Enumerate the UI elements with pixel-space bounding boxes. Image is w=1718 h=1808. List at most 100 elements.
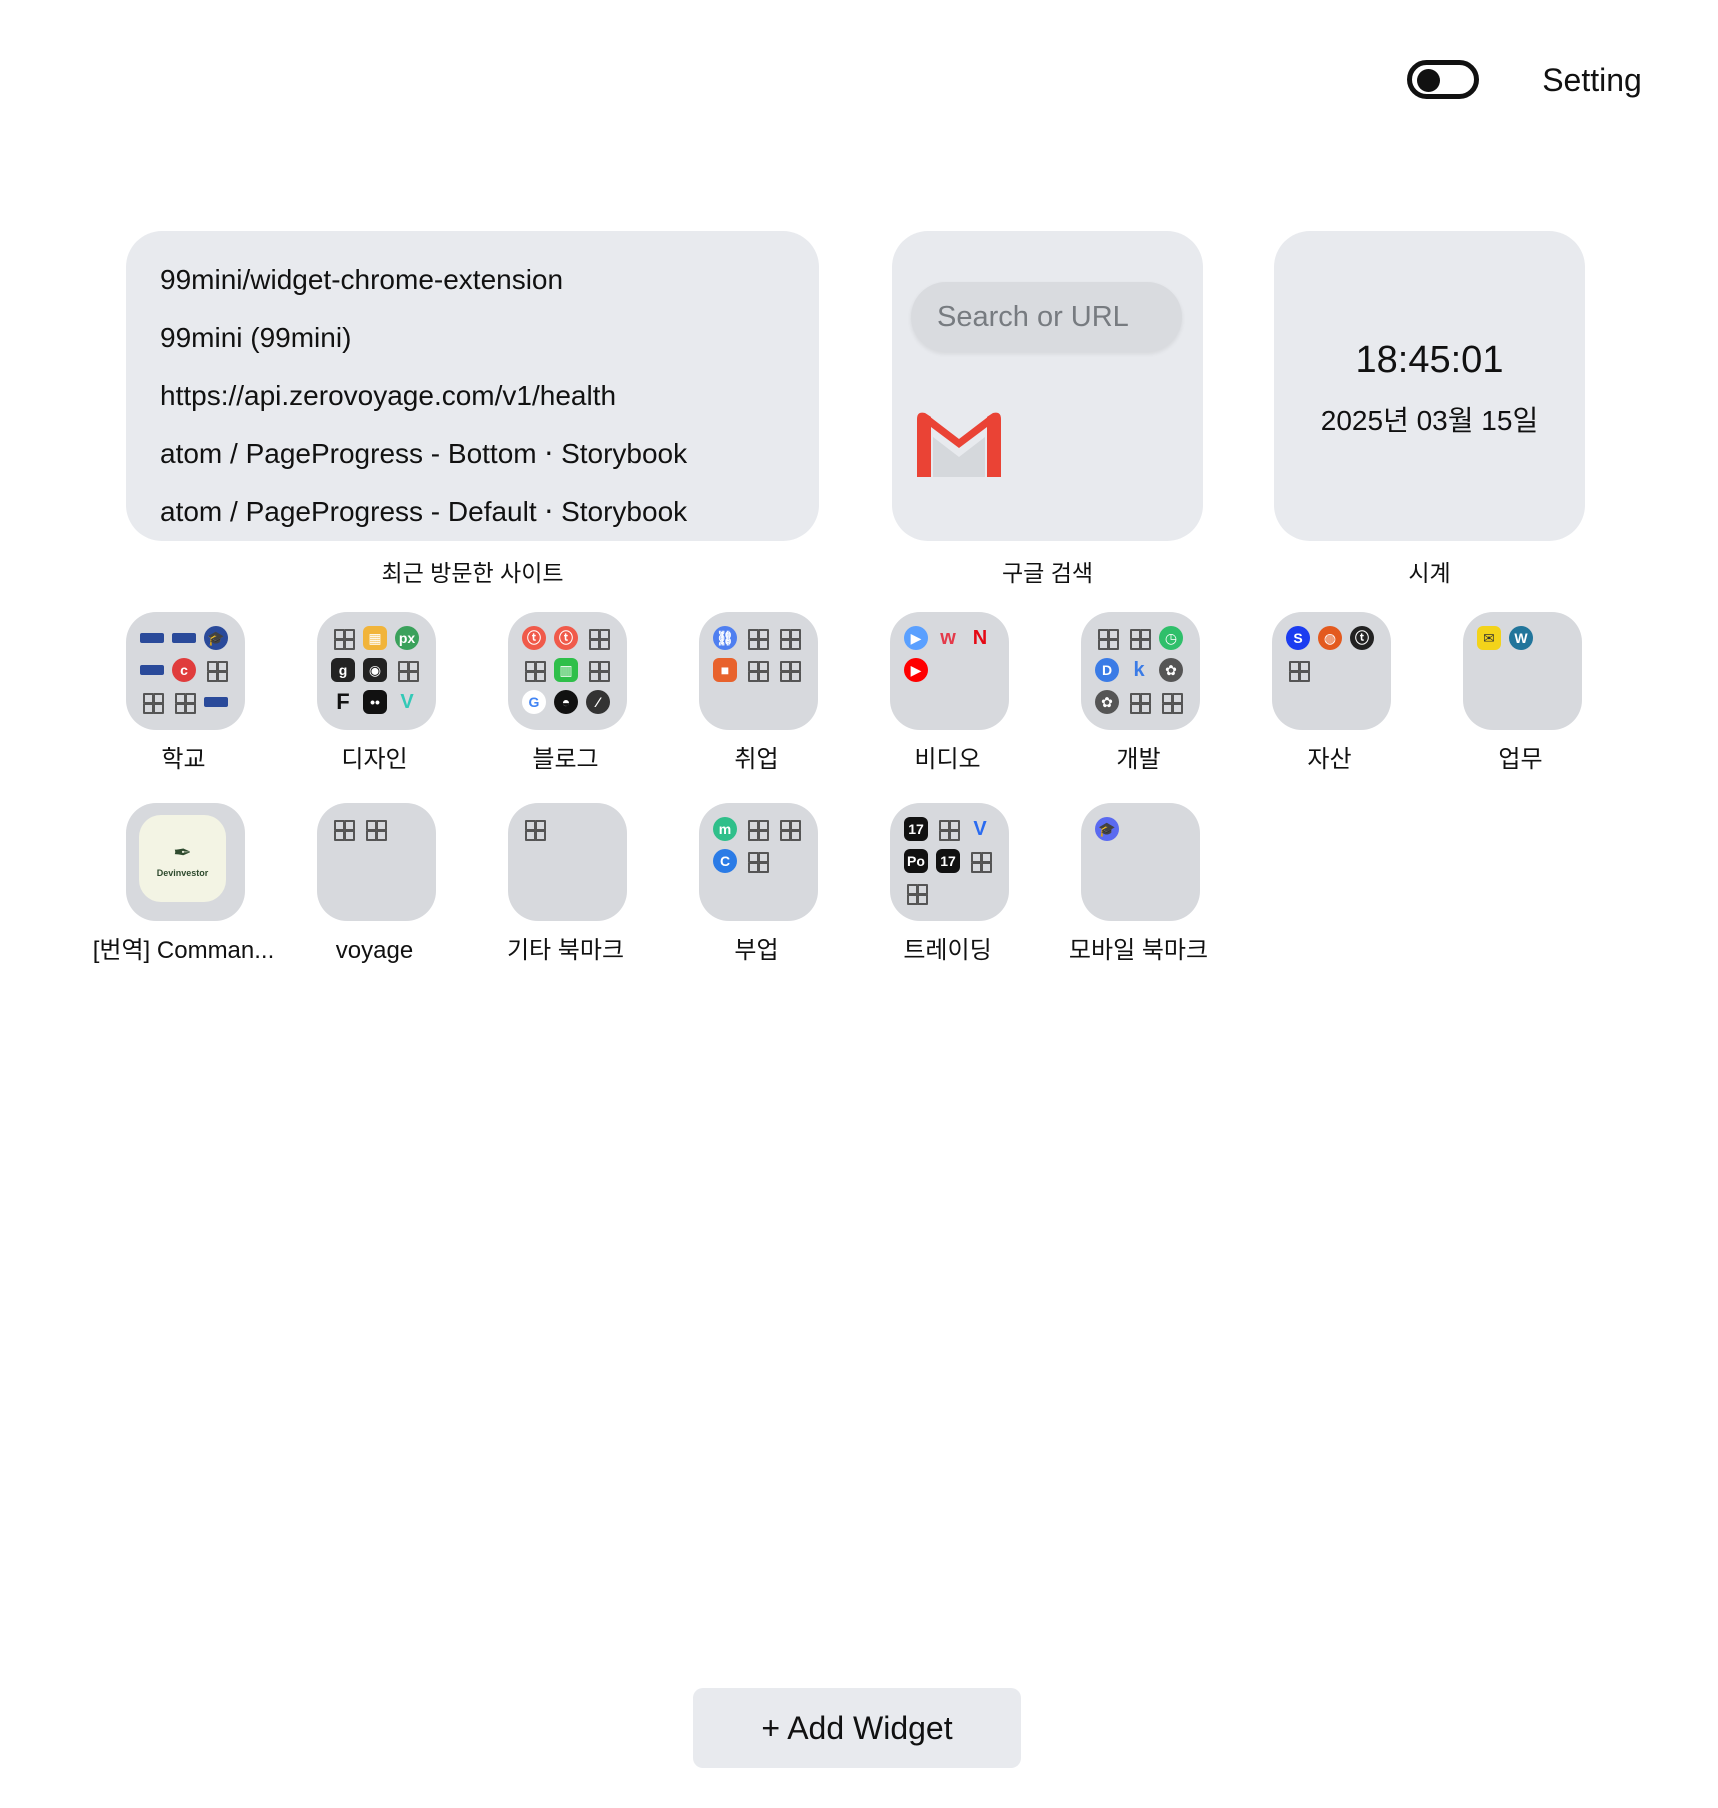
folder-side-job[interactable]: mC 부업 [661,803,852,993]
folder-label: 자산 [1307,746,1352,773]
bookmark-placeholder-icon [586,626,610,650]
bookmark-v-icon: V [400,690,414,713]
folder-trading[interactable]: 17 V Po 17 트레이딩 [852,803,1043,993]
clock-date: 2025년 03월 15일 [1320,405,1539,436]
bookmark-placeholder-icon [331,626,355,650]
folder-blog[interactable]: ⓣ ⓣ ▥ G ◓ ⁄ 블로그 [470,612,661,802]
folder-tile: ✉ W [1463,612,1582,730]
bookmark-hat-icon: 🎓 [1095,817,1119,841]
folder-dev[interactable]: ◷ Dk ✿ ✿ 개발 [1043,612,1234,802]
clock-label: 시계 [1408,560,1451,586]
bookmark-cam-icon: ◉ [363,658,387,682]
bookmark-translation[interactable]: ✒ Devinvestor [번역] Comman... [88,803,279,993]
bookmark-tv-icon: 17 [936,849,960,873]
folder-tile: S ◍ ⓣ [1272,612,1391,730]
folder-tile [317,803,436,921]
folder-assets[interactable]: S ◍ ⓣ 자산 [1234,612,1425,802]
recent-site-item[interactable]: 99mini/widget-chrome-extension [126,251,819,309]
recent-sites-list: 99mini/widget-chrome-extension 99mini (9… [126,231,819,541]
google-search-label: 구글 검색 [1001,560,1094,586]
folder-mobile-bookmarks[interactable]: 🎓 모바일 북마크 [1043,803,1234,993]
folder-other-bookmarks[interactable]: 기타 북마크 [470,803,661,993]
bookmark-ai-icon: ✿ [1159,658,1183,682]
bookmark-tv-icon: 17 [904,817,928,841]
folder-label: 디자인 [341,746,408,773]
recent-site-item[interactable]: https://api.zerovoyage.com/v1/health [126,367,819,425]
folder-label: 블로그 [532,746,599,773]
folder-tile: ▶ w N ▶ [890,612,1009,730]
folder-label: 비디오 [914,746,981,773]
theme-toggle[interactable] [1407,60,1479,99]
bookmark-ai-icon: ✿ [1095,690,1119,714]
bookmark-placeholder-icon [522,817,546,841]
bookmark-banner-icon [140,633,164,643]
setting-button[interactable]: Setting [1537,60,1647,100]
folder-tile: 🎓 c [126,612,245,730]
folder-school[interactable]: 🎓 c 학교 [88,612,279,802]
bookmark-placeholder-icon [1159,690,1183,714]
recent-sites-widget: 99mini/widget-chrome-extension 99mini (9… [126,231,819,541]
bookmark-img-icon: ▦ [363,626,387,650]
bookmark-placeholder-icon [204,658,228,682]
bookmark-placeholder-icon [140,690,164,714]
folder-label: 개발 [1116,746,1161,773]
gmail-icon[interactable] [909,407,1009,483]
bookmark-placeholder-icon [777,658,801,682]
folder-label: 학교 [161,746,206,773]
bookmark-clock-icon: ◷ [1159,626,1183,650]
bookmark-tile: ✒ Devinvestor [126,803,245,921]
add-widget-button[interactable]: + Add Widget [693,1688,1021,1768]
folder-design[interactable]: ▦ px g ◉ F •• V 디자인 [279,612,470,802]
folder-label: 모바일 북마크 [1068,937,1209,964]
folder-tile: ▦ px g ◉ F •• V [317,612,436,730]
folder-video[interactable]: ▶ w N ▶ 비디오 [852,612,1043,802]
recent-site-item[interactable]: atom / PageProgress - Bottom ⋅ Storybook [126,425,819,483]
bookmark-placeholder-icon [331,817,355,841]
bookmark-mail-icon: ✉ [1477,626,1501,650]
bookmark-placeholder-icon [395,658,419,682]
bookmark-o-icon: ◍ [1318,626,1342,650]
folder-tile: ⓣ ⓣ ▥ G ◓ ⁄ [508,612,627,730]
recent-site-item[interactable]: atom / PageProgress - Default ⋅ Storyboo… [126,483,819,541]
folder-tile: ◷ Dk ✿ ✿ [1081,612,1200,730]
folder-label: voyage [335,937,414,964]
bookmark-play-icon: ▶ [904,626,928,650]
bookmark-placeholder-icon [1095,626,1119,650]
bookmark-t-icon: ⓣ [522,626,546,650]
bookmark-s-icon: S [1286,626,1310,650]
bookmark-c-icon: C [713,849,737,873]
folder-label: 취업 [734,746,779,773]
bookmark-sq-icon: ■ [713,658,737,682]
bookmark-placeholder-icon [1286,658,1310,682]
search-input[interactable] [911,282,1182,352]
bookmark-placeholder-icon [586,658,610,682]
bookmark-link-icon: ⛓ [713,626,737,650]
bookmark-placeholder-icon [745,849,769,873]
bookmark-k-icon: k [1133,658,1145,681]
bookmark-po-icon: Po [904,849,928,873]
bookmark-chart-icon: ▥ [554,658,578,682]
folder-work[interactable]: ✉ W 업무 [1425,612,1616,802]
bookmark-yt-icon: ▶ [904,658,928,682]
bookmark-placeholder-icon [968,849,992,873]
bookmark-banner-icon [204,697,228,707]
folder-tile: mC [699,803,818,921]
folder-tile: ⛓ ■ [699,612,818,730]
bookmark-hat-icon: 🎓 [204,626,228,650]
folder-tile [508,803,627,921]
bookmark-w-icon: w [940,626,956,649]
folder-jobs[interactable]: ⛓ ■ 취업 [661,612,852,802]
devinvestor-logo-icon: ✒ Devinvestor [139,815,226,902]
bookmark-t-icon: ⓣ [1350,626,1374,650]
bookmark-wp-icon: W [1509,626,1533,650]
bookmark-f-icon: F [336,689,350,714]
bookmark-placeholder-icon [745,626,769,650]
folder-label: 트레이딩 [903,937,992,964]
folder-voyage[interactable]: voyage [279,803,470,993]
bookmark-d-icon: D [1095,658,1119,682]
google-search-widget [892,231,1203,541]
folder-label: 업무 [1498,746,1543,773]
recent-site-item[interactable]: 99mini (99mini) [126,309,819,367]
bookmark-placeholder-icon [363,817,387,841]
recent-sites-label: 최근 방문한 사이트 [381,560,564,586]
